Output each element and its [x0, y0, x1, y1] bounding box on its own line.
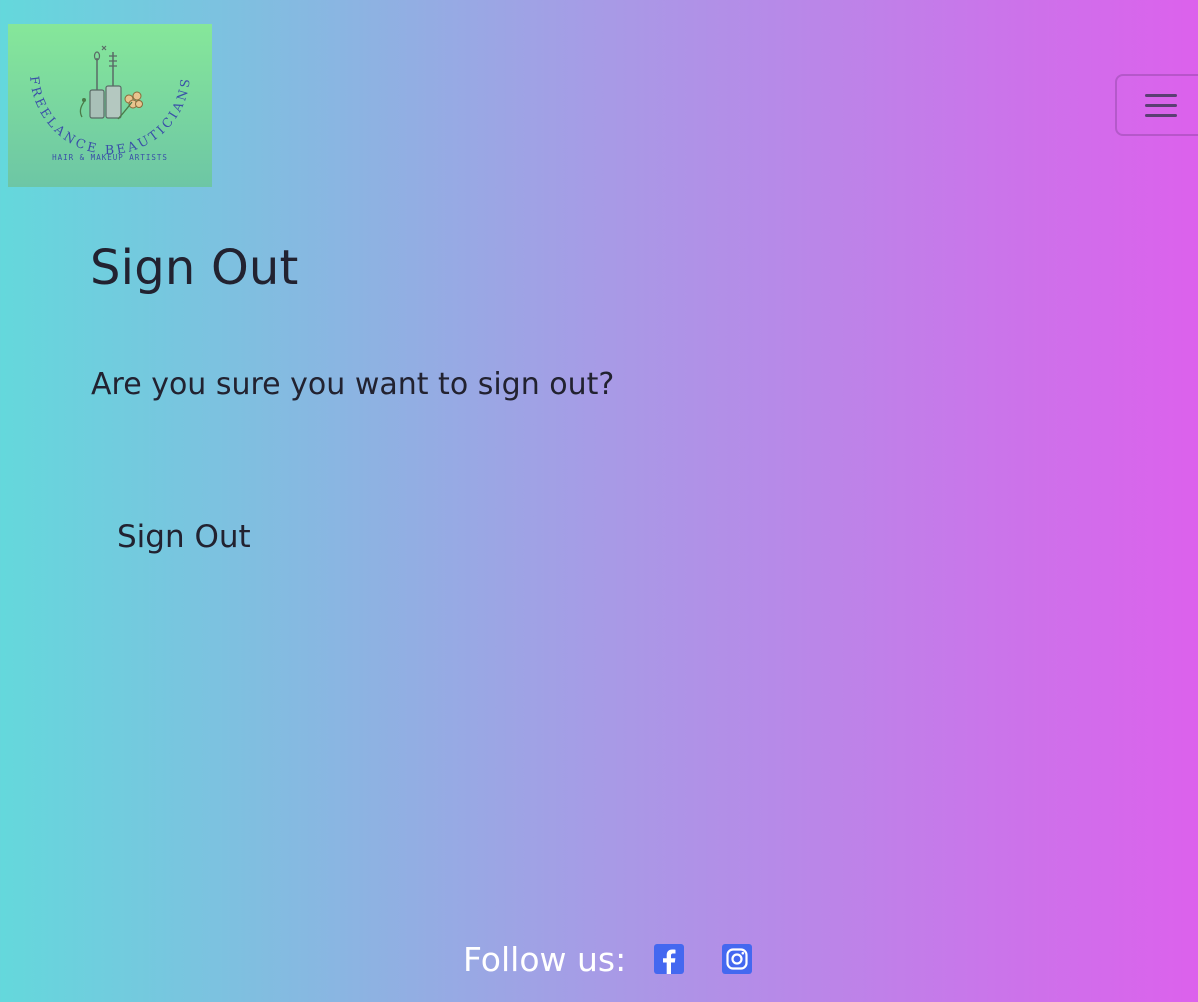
instagram-link[interactable]	[722, 944, 752, 974]
logo-artwork: FREELANCE BEAUTICIANS HAIR & MAKEUP ARTI…	[27, 45, 190, 162]
page-title: Sign Out	[90, 240, 299, 296]
brand-logo[interactable]: FREELANCE BEAUTICIANS HAIR & MAKEUP ARTI…	[8, 24, 212, 187]
facebook-link[interactable]	[654, 944, 684, 974]
logo-tagline: HAIR & MAKEUP ARTISTS	[52, 153, 168, 162]
footer: Follow us:	[0, 930, 1198, 990]
facebook-icon	[654, 944, 684, 974]
nav-toggle-button[interactable]	[1115, 74, 1198, 136]
bottle-icon	[89, 45, 122, 119]
signout-prompt: Are you sure you want to sign out?	[91, 367, 615, 402]
hamburger-menu-icon	[1145, 94, 1177, 118]
sign-out-button[interactable]: Sign Out	[100, 515, 268, 560]
follow-us-label: Follow us:	[463, 940, 627, 979]
instagram-icon	[722, 944, 752, 974]
